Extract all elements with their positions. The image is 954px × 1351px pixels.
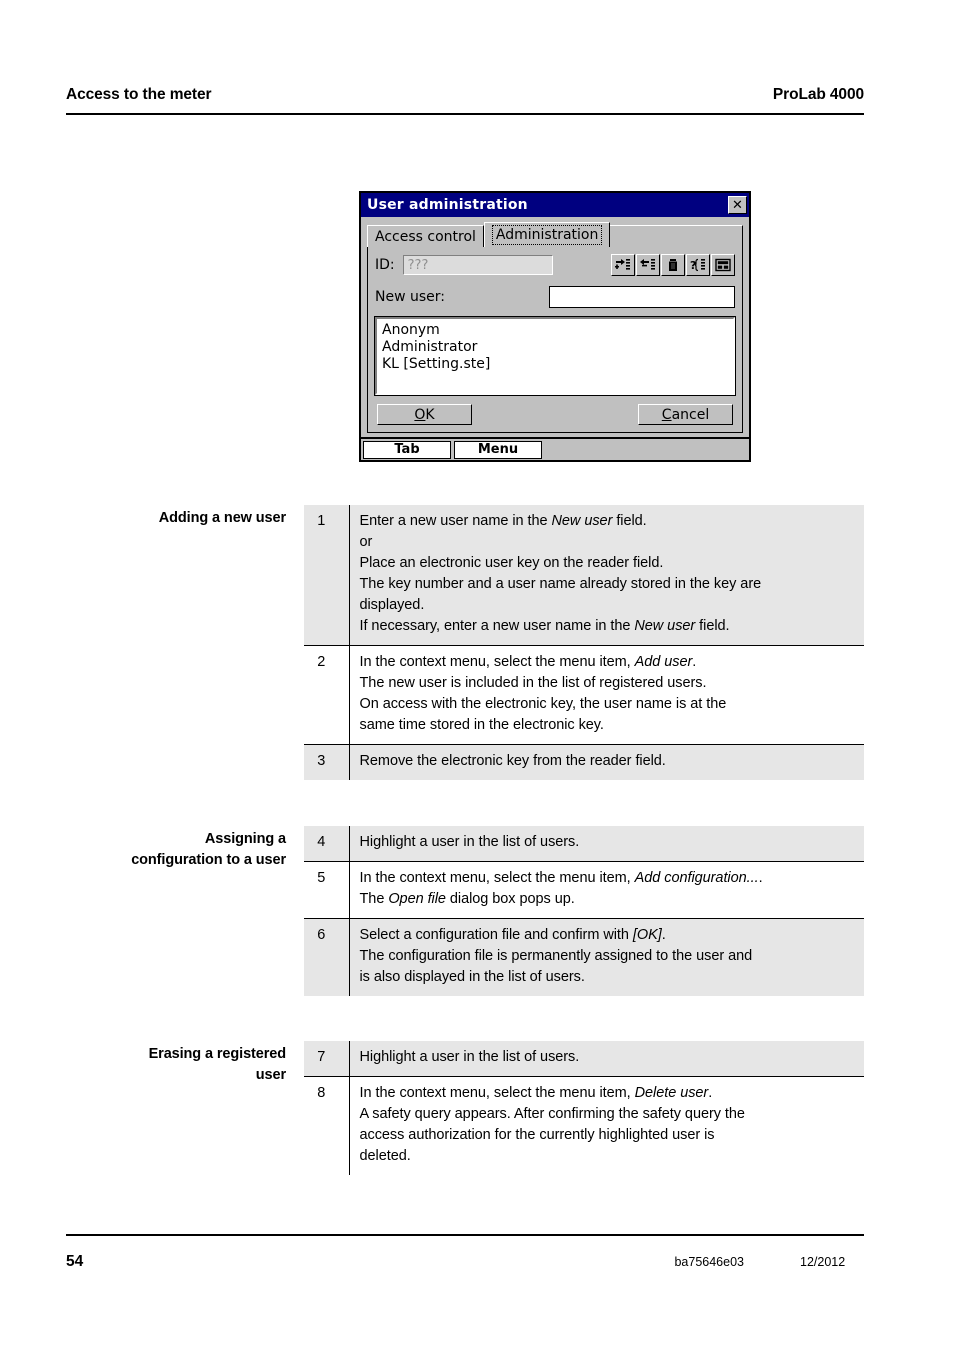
table-row: 6 Select a configuration file and confir…	[304, 918, 864, 996]
margin-label-adding-a-new-user: Adding a new user	[66, 505, 304, 529]
table-row: 5 In the context menu, select the menu i…	[304, 861, 864, 919]
table-row: 8 In the context menu, select the menu i…	[304, 1076, 864, 1175]
steps-table-assigning-a-configuration: 4 Highlight a user in the list of users.…	[304, 826, 864, 996]
step-number: 6	[304, 918, 350, 996]
step-text: In the context menu, select the menu ite…	[349, 1076, 864, 1175]
header-product-name: ProLab 4000	[772, 86, 864, 103]
step-number: 7	[304, 1041, 350, 1077]
dialog-button-row: OK Cancel	[375, 404, 735, 426]
section-adding-a-new-user: Adding a new user 1 Enter a new user nam…	[66, 505, 864, 780]
tab-taskbar-button[interactable]: Tab	[363, 440, 451, 459]
table-row: 1 Enter a new user name in the New user …	[304, 505, 864, 646]
footer-divider-rule	[66, 1234, 864, 1236]
margin-label-erasing-a-registered-user: Erasing a registered user	[66, 1041, 304, 1086]
step-text: Highlight a user in the list of users.	[349, 1041, 864, 1077]
id-label: ID:	[375, 257, 395, 273]
user-toolbar: ?	[611, 254, 735, 276]
tab-access-control-label: Access control	[375, 228, 476, 245]
step-number: 8	[304, 1076, 350, 1175]
step-number: 1	[304, 505, 350, 646]
margin-label-assigning-a-configuration: Assigning a configuration to a user	[66, 826, 304, 871]
document-date: 12/2012	[800, 1255, 846, 1269]
step-text: In the context menu, select the menu ite…	[349, 861, 864, 919]
tab-administration-label: Administration	[491, 225, 603, 245]
dialog-body: Access control Administration ID: ??? ? …	[361, 217, 749, 437]
steps-table-adding-a-new-user: 1 Enter a new user name in the New user …	[304, 505, 864, 780]
margin-label-line: Erasing a registered	[148, 1046, 287, 1062]
delete-user-icon[interactable]	[661, 254, 685, 276]
list-item[interactable]: Administrator	[382, 339, 728, 356]
page-number: 54	[66, 1253, 84, 1270]
ok-button[interactable]: OK	[377, 404, 472, 425]
table-row: 3 Remove the electronic key from the rea…	[304, 744, 864, 780]
margin-label-line: Assigning a	[204, 831, 286, 847]
margin-label-line: Adding a new user	[158, 510, 286, 526]
id-field: ???	[402, 255, 553, 275]
user-properties-icon[interactable]: ?	[686, 254, 710, 276]
list-item[interactable]: KL [Setting.ste]	[382, 356, 728, 373]
tab-access-control[interactable]: Access control	[367, 225, 484, 247]
new-user-row: New user:	[375, 285, 735, 309]
page-footer: 54 ba75646e03 12/2012	[66, 1253, 864, 1271]
close-icon[interactable]: ✕	[728, 196, 747, 214]
dialog-tabstrip: Access control Administration	[367, 222, 743, 247]
id-row: ID: ??? ?	[375, 254, 735, 276]
step-number: 4	[304, 826, 350, 862]
margin-label-line: configuration to a user	[131, 852, 286, 868]
table-row: 4 Highlight a user in the list of users.	[304, 826, 864, 862]
device-taskbar: Tab Menu	[359, 439, 751, 462]
new-user-input[interactable]	[549, 286, 735, 308]
list-item[interactable]: Anonym	[382, 322, 728, 339]
table-row: 7 Highlight a user in the list of users.	[304, 1041, 864, 1077]
tab-administration[interactable]: Administration	[483, 222, 611, 247]
administration-tab-panel: ID: ??? ? New user: Anonym Administrator…	[367, 246, 743, 433]
step-text: In the context menu, select the menu ite…	[349, 645, 864, 745]
new-user-label: New user:	[375, 289, 445, 305]
step-number: 3	[304, 744, 350, 780]
step-number: 5	[304, 861, 350, 919]
table-row: 2 In the context menu, select the menu i…	[304, 645, 864, 745]
dialog-title: User administration	[367, 197, 528, 213]
step-text: Enter a new user name in the New user fi…	[349, 505, 864, 646]
step-text: Highlight a user in the list of users.	[349, 826, 864, 862]
header-divider-rule	[66, 113, 864, 115]
step-number: 2	[304, 645, 350, 745]
add-user-icon[interactable]	[611, 254, 635, 276]
menu-taskbar-button[interactable]: Menu	[454, 440, 542, 459]
cancel-button[interactable]: Cancel	[638, 404, 733, 425]
user-administration-dialog: User administration ✕ Access control Adm…	[359, 191, 751, 439]
user-administration-screenshot: User administration ✕ Access control Adm…	[359, 191, 751, 462]
add-configuration-icon[interactable]	[711, 254, 735, 276]
dialog-titlebar: User administration ✕	[361, 193, 749, 217]
margin-label-line: user	[255, 1067, 286, 1083]
section-assigning-a-configuration: Assigning a configuration to a user 4 Hi…	[66, 826, 864, 996]
step-text: Remove the electronic key from the reade…	[349, 744, 864, 780]
tabstrip-filler	[610, 225, 743, 247]
registered-users-list[interactable]: Anonym Administrator KL [Setting.ste]	[374, 316, 736, 396]
header-chapter-title: Access to the meter	[66, 86, 212, 103]
remove-user-icon[interactable]	[636, 254, 660, 276]
document-number: ba75646e03	[674, 1255, 744, 1269]
steps-table-erasing-a-registered-user: 7 Highlight a user in the list of users.…	[304, 1041, 864, 1175]
section-erasing-a-registered-user: Erasing a registered user 7 Highlight a …	[66, 1041, 864, 1175]
step-text: Select a configuration file and confirm …	[349, 918, 864, 996]
page-running-header: Access to the meter ProLab 4000	[66, 86, 864, 104]
